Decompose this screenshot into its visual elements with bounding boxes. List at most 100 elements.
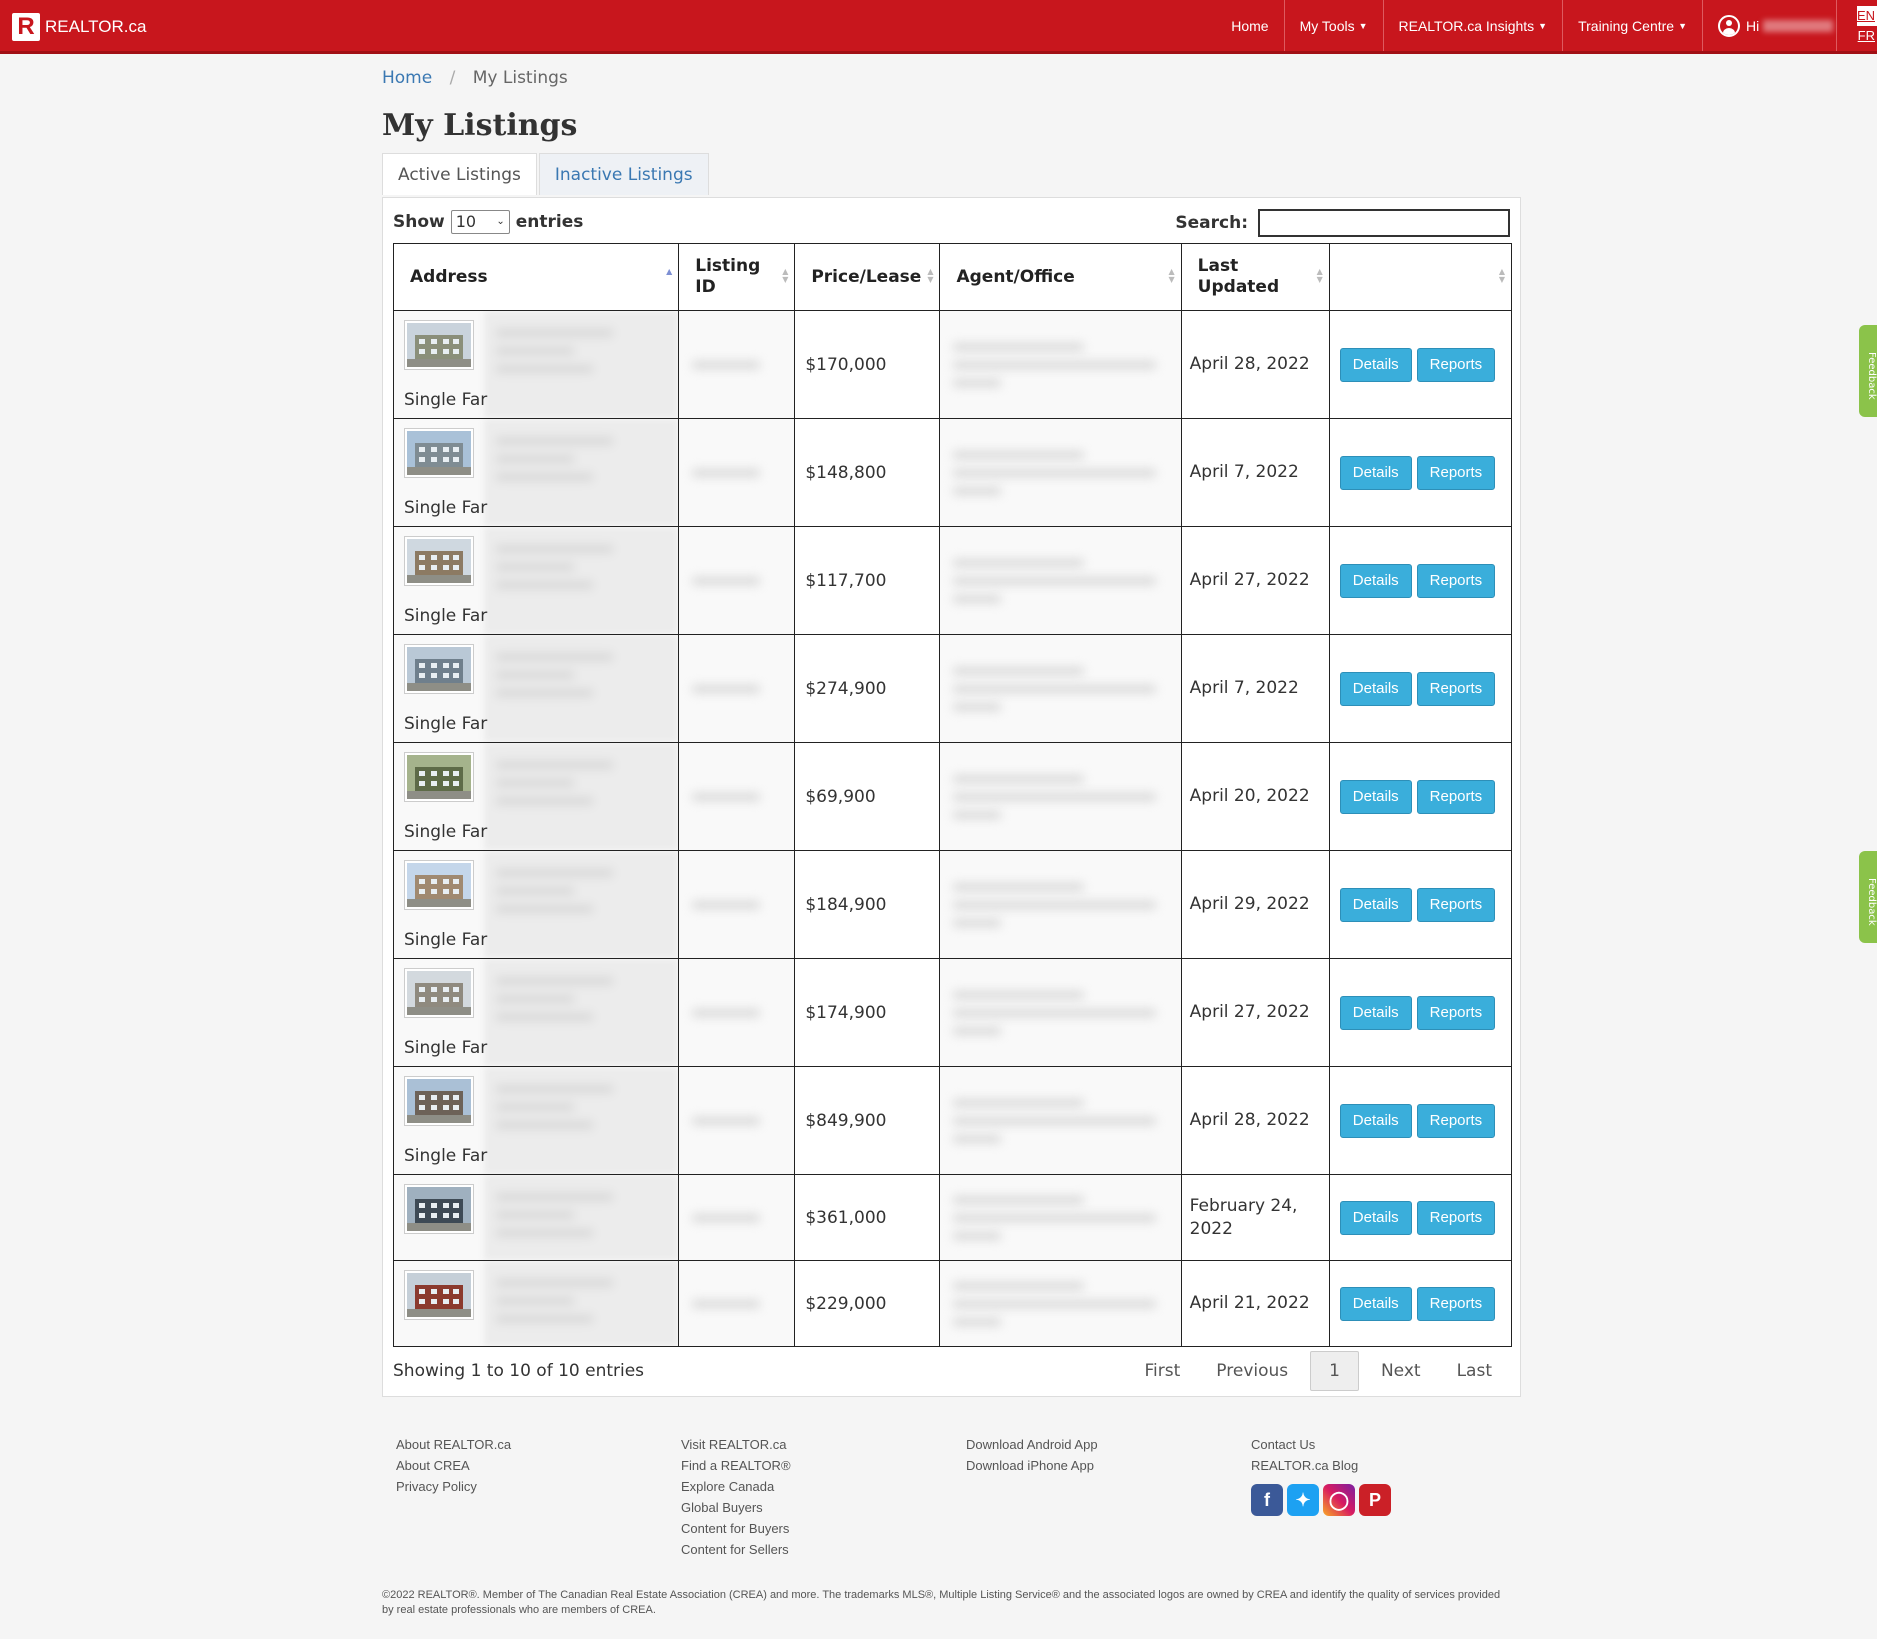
footer-link[interactable]: Global Buyers <box>681 1497 966 1518</box>
details-button[interactable]: Details <box>1339 995 1412 1030</box>
listing-thumbnail[interactable] <box>404 644 474 694</box>
footer-link[interactable]: About CREA <box>396 1455 681 1476</box>
listing-thumbnail[interactable] <box>404 428 474 478</box>
sort-icon: ▲ ▼ <box>1168 267 1175 284</box>
listing-thumbnail[interactable] <box>404 320 474 370</box>
realtor-logo[interactable]: R REALTOR.ca <box>12 13 146 41</box>
reports-button[interactable]: Reports <box>1416 887 1496 922</box>
col-agent-header[interactable]: Agent/Office ▲ ▼ <box>939 243 1182 311</box>
feedback-tab[interactable]: Feedback <box>1859 325 1877 417</box>
page-last-button[interactable]: Last <box>1439 1351 1510 1391</box>
last-updated-cell: April 28, 2022 <box>1180 310 1330 419</box>
entries-select[interactable]: 10 ⌄ <box>450 210 510 234</box>
last-updated-cell: February 24, 2022 <box>1180 1174 1330 1261</box>
details-button[interactable]: Details <box>1339 1286 1412 1321</box>
page-next-button[interactable]: Next <box>1363 1351 1439 1391</box>
footer-link[interactable]: Download Android App <box>966 1434 1251 1455</box>
col-updated-header[interactable]: Last Updated ▲ ▼ <box>1180 243 1330 311</box>
page-first-button[interactable]: First <box>1127 1351 1199 1391</box>
col-address-header[interactable]: Address ▲ <box>392 243 680 311</box>
price-cell: $148,800 <box>794 418 941 527</box>
footer-link[interactable]: Contact Us <box>1251 1434 1536 1455</box>
footer-link[interactable]: Explore Canada <box>681 1476 966 1497</box>
details-button[interactable]: Details <box>1339 1103 1412 1138</box>
actions-cell: Details Reports <box>1328 1260 1513 1347</box>
agent-cell <box>939 310 1182 419</box>
reports-button[interactable]: Reports <box>1416 347 1496 382</box>
breadcrumb-separator: / <box>449 68 456 88</box>
col-actions-header[interactable]: ▲ ▼ <box>1328 243 1513 311</box>
details-button[interactable]: Details <box>1339 1200 1412 1235</box>
nav-insights[interactable]: REALTOR.ca Insights ▼ <box>1382 0 1563 51</box>
listing-thumbnail[interactable] <box>404 860 474 910</box>
feedback-tab-secondary[interactable]: Feedback <box>1859 851 1877 943</box>
footer-link[interactable]: Find a REALTOR® <box>681 1455 966 1476</box>
user-menu[interactable]: Hi <box>1702 0 1836 51</box>
user-greeting: Hi <box>1746 17 1760 34</box>
table-row: Single Far $69,900 April 20, 2022 Detail… <box>392 742 1513 851</box>
pinterest-icon[interactable]: P <box>1359 1484 1391 1516</box>
redacted-listing-id <box>680 1008 793 1017</box>
lang-en-link[interactable]: EN <box>1856 5 1877 26</box>
breadcrumb-home-link[interactable]: Home <box>382 68 432 88</box>
details-button[interactable]: Details <box>1339 671 1412 706</box>
top-navbar: R REALTOR.ca Home My Tools ▼ REALTOR.ca I… <box>0 0 1877 54</box>
details-button[interactable]: Details <box>1339 455 1412 490</box>
details-button[interactable]: Details <box>1339 887 1412 922</box>
redacted-address <box>484 1067 678 1174</box>
lang-fr-link[interactable]: FR <box>1858 26 1877 46</box>
sort-icon: ▲ ▼ <box>1316 267 1323 284</box>
footer-link[interactable]: About REALTOR.ca <box>396 1434 681 1455</box>
instagram-icon[interactable]: ◯ <box>1323 1484 1355 1516</box>
reports-button[interactable]: Reports <box>1416 1103 1496 1138</box>
page-previous-button[interactable]: Previous <box>1198 1351 1306 1391</box>
listings-table: Address ▲ Listing ID ▲ ▼ Price/Lease ▲ ▼ Agen… <box>392 243 1513 1347</box>
col-price-header[interactable]: Price/Lease ▲ ▼ <box>794 243 941 311</box>
tab-active-listings[interactable]: Active Listings <box>382 153 537 195</box>
address-cell: Single Far <box>392 958 680 1067</box>
details-button[interactable]: Details <box>1339 779 1412 814</box>
listing-thumbnail[interactable] <box>404 968 474 1018</box>
details-button[interactable]: Details <box>1339 347 1412 382</box>
reports-button[interactable]: Reports <box>1416 779 1496 814</box>
page-1-button[interactable]: 1 <box>1310 1351 1359 1391</box>
footer-link[interactable]: Content for Sellers <box>681 1539 966 1560</box>
listing-id-cell <box>678 1174 796 1261</box>
last-updated-cell: April 27, 2022 <box>1180 958 1330 1067</box>
listing-thumbnail[interactable] <box>404 1076 474 1126</box>
table-info: Showing 1 to 10 of 10 entries <box>393 1361 645 1381</box>
tab-inactive-listings[interactable]: Inactive Listings <box>538 153 709 195</box>
nav-training-centre[interactable]: Training Centre ▼ <box>1562 0 1702 51</box>
agent-header-label: Agent/Office <box>956 267 1075 287</box>
agent-cell <box>939 850 1182 959</box>
listing-thumbnail[interactable] <box>404 752 474 802</box>
copyright-notice: ©2022 REALTOR®. Member of The Canadian R… <box>382 1589 1501 1616</box>
col-listing-id-header[interactable]: Listing ID ▲ ▼ <box>678 243 796 311</box>
twitter-icon[interactable]: ✦ <box>1287 1484 1319 1516</box>
redacted-address <box>484 1175 678 1260</box>
footer-link[interactable]: REALTOR.ca Blog <box>1251 1455 1536 1476</box>
footer-link[interactable]: Privacy Policy <box>396 1476 681 1497</box>
listing-tabs: Active Listings Inactive Listings <box>382 153 709 195</box>
details-button[interactable]: Details <box>1339 563 1412 598</box>
footer-link[interactable]: Visit REALTOR.ca <box>681 1434 966 1455</box>
facebook-icon[interactable]: f <box>1251 1484 1283 1516</box>
reports-button[interactable]: Reports <box>1416 671 1496 706</box>
listing-thumbnail[interactable] <box>404 1184 474 1234</box>
footer-col-about: About REALTOR.ca About CREA Privacy Poli… <box>396 1434 681 1560</box>
listing-thumbnail[interactable] <box>404 1270 474 1320</box>
reports-button[interactable]: Reports <box>1416 563 1496 598</box>
nav-my-tools[interactable]: My Tools ▼ <box>1283 0 1383 51</box>
listing-thumbnail[interactable] <box>404 536 474 586</box>
footer-link[interactable]: Content for Buyers <box>681 1518 966 1539</box>
nav-home[interactable]: Home <box>1216 0 1283 51</box>
address-cell: Single Far <box>392 634 680 743</box>
footer-links: About REALTOR.ca About CREA Privacy Poli… <box>396 1434 1536 1560</box>
footer-link[interactable]: Download iPhone App <box>966 1455 1251 1476</box>
search-input[interactable] <box>1258 209 1510 237</box>
reports-button[interactable]: Reports <box>1416 455 1496 490</box>
reports-button[interactable]: Reports <box>1416 1286 1496 1321</box>
page-title: My Listings <box>382 108 578 143</box>
reports-button[interactable]: Reports <box>1416 1200 1496 1235</box>
reports-button[interactable]: Reports <box>1416 995 1496 1030</box>
